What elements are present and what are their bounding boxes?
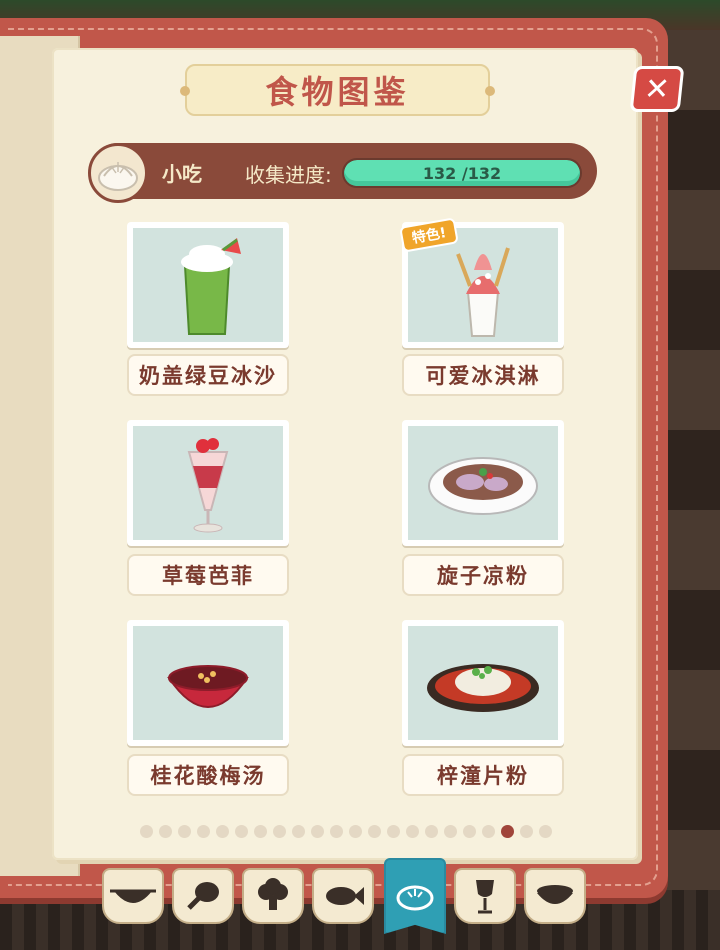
food-card-image[interactable] — [127, 222, 289, 348]
page-dot[interactable] — [311, 825, 324, 838]
page-dot[interactable] — [406, 825, 419, 838]
strawberry-parfait-icon — [187, 438, 229, 533]
tab-drink[interactable] — [454, 868, 516, 924]
food-name[interactable]: 旋子凉粉 — [402, 554, 564, 596]
food-name[interactable]: 可爱冰淇淋 — [402, 354, 564, 396]
food-card-image[interactable] — [402, 620, 564, 746]
food-name[interactable]: 草莓芭菲 — [127, 554, 289, 596]
food-name[interactable]: 奶盖绿豆冰沙 — [127, 354, 289, 396]
page-dot[interactable] — [444, 825, 457, 838]
page-dot[interactable] — [216, 825, 229, 838]
wine-glass-icon — [476, 880, 494, 914]
page-title: 食物图鉴 — [265, 73, 410, 111]
page-dot[interactable] — [368, 825, 381, 838]
fish-icon — [326, 887, 364, 905]
wok-icon — [110, 889, 156, 903]
broccoli-icon — [258, 878, 288, 910]
page-dot[interactable] — [273, 825, 286, 838]
page-dot[interactable] — [330, 825, 343, 838]
progress-text: 132 /132 — [422, 164, 502, 183]
title-banner: 食物图鉴 — [180, 64, 495, 116]
tab-vegetable[interactable] — [242, 868, 304, 924]
page-dot[interactable] — [520, 825, 533, 838]
soup-pot-icon — [537, 885, 573, 904]
tab-soup[interactable] — [524, 868, 586, 924]
category-label: 小吃 — [162, 162, 202, 186]
page-dot[interactable] — [482, 825, 495, 838]
close-icon: ✕ — [642, 71, 672, 107]
progress-bar: 132 /132 — [342, 158, 582, 188]
page-dot[interactable] — [235, 825, 248, 838]
background-right — [660, 30, 720, 950]
page-dot[interactable] — [539, 825, 552, 838]
page-dot[interactable] — [197, 825, 210, 838]
progress-label: 收集进度: — [245, 163, 332, 187]
green-smoothie-icon — [181, 238, 241, 335]
page-dot[interactable] — [254, 825, 267, 838]
rice-noodle-plate-icon — [427, 664, 539, 712]
page-dot[interactable] — [140, 825, 153, 838]
cold-jelly-noodle-icon — [428, 457, 538, 515]
tab-snack[interactable] — [384, 858, 446, 934]
page-dot[interactable] — [349, 825, 362, 838]
food-card-image[interactable] — [402, 420, 564, 546]
food-name[interactable]: 桂花酸梅汤 — [127, 754, 289, 796]
page-dot[interactable] — [292, 825, 305, 838]
page-dot[interactable] — [425, 825, 438, 838]
page-dot[interactable] — [159, 825, 172, 838]
tab-wok[interactable] — [102, 868, 164, 924]
bun-icon — [88, 143, 148, 203]
bun-icon — [396, 885, 434, 911]
page-dot[interactable] — [387, 825, 400, 838]
tab-meat[interactable] — [172, 868, 234, 924]
close-button[interactable]: ✕ — [629, 66, 685, 112]
page-dot[interactable] — [463, 825, 476, 838]
food-card-image[interactable] — [127, 620, 289, 746]
tab-fish[interactable] — [312, 868, 374, 924]
drumstick-icon — [187, 882, 219, 910]
page-indicator — [140, 825, 552, 838]
food-card-image[interactable] — [127, 420, 289, 546]
plum-soup-bowl-icon — [167, 665, 249, 708]
page-dot[interactable] — [178, 825, 191, 838]
page-dot[interactable] — [501, 825, 514, 838]
food-name[interactable]: 梓潼片粉 — [402, 754, 564, 796]
